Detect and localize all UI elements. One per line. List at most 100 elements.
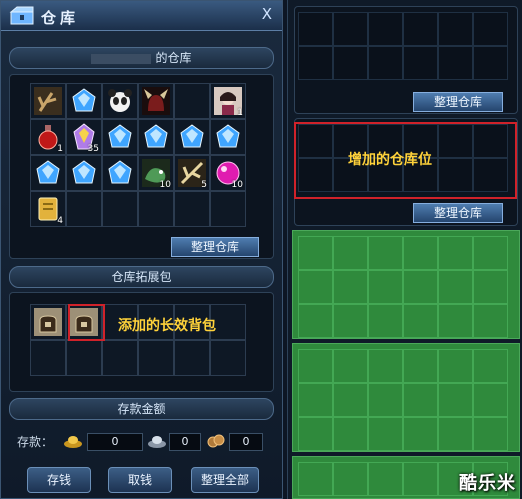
deposit-label: 存款： [17, 435, 54, 449]
storage-slot[interactable] [368, 304, 403, 338]
storage-slot[interactable] [333, 236, 368, 270]
storage-grid: 1 1 35 10 5 10 4 [30, 83, 246, 227]
storage-slot[interactable] [333, 349, 368, 383]
storage-slot[interactable] [438, 383, 473, 417]
sort-page-1-button[interactable]: 整理仓库 [413, 92, 503, 112]
storage-slot[interactable] [368, 417, 403, 451]
storage-slot[interactable] [403, 12, 438, 46]
site-watermark: 酷乐米 [459, 473, 516, 494]
sort-all-button[interactable]: 整理全部 [191, 467, 259, 493]
storage-slot[interactable] [473, 236, 508, 270]
storage-slot[interactable] [298, 417, 333, 451]
storage-slot[interactable] [333, 417, 368, 451]
item-slot[interactable] [174, 119, 210, 155]
storage-slot[interactable] [403, 304, 438, 338]
empty-slot[interactable] [138, 340, 174, 376]
storage-slot[interactable] [298, 383, 333, 417]
storage-slot[interactable] [403, 46, 438, 80]
item-slot[interactable]: 1 [210, 83, 246, 119]
storage-slot[interactable] [298, 349, 333, 383]
storage-slot[interactable] [333, 304, 368, 338]
sort-storage-button[interactable]: 整理仓库 [171, 237, 259, 257]
empty-slot[interactable] [174, 83, 210, 119]
storage-slot[interactable] [368, 462, 403, 496]
empty-slot[interactable] [174, 340, 210, 376]
empty-slot[interactable] [102, 191, 138, 227]
item-slot[interactable] [138, 119, 174, 155]
sort-page-2-button[interactable]: 整理仓库 [413, 203, 503, 223]
expansion-header-text: 仓库拓展包 [111, 270, 172, 284]
storage-slot[interactable] [403, 417, 438, 451]
storage-slot[interactable] [333, 462, 368, 496]
storage-slot[interactable] [438, 417, 473, 451]
storage-slot[interactable] [473, 417, 508, 451]
storage-slot[interactable] [298, 270, 333, 304]
storage-slot[interactable] [403, 383, 438, 417]
silver-amount-field: 0 [169, 433, 201, 451]
storage-slot[interactable] [403, 236, 438, 270]
storage-slot[interactable] [473, 270, 508, 304]
item-slot[interactable] [30, 155, 66, 191]
window-titlebar[interactable]: 仓库 X [1, 1, 282, 31]
item-slot[interactable]: 10 [138, 155, 174, 191]
item-slot[interactable] [138, 83, 174, 119]
storage-slot[interactable] [368, 270, 403, 304]
storage-slot[interactable] [473, 46, 508, 80]
item-slot[interactable] [30, 304, 66, 340]
empty-slot[interactable] [102, 340, 138, 376]
storage-slot[interactable] [438, 236, 473, 270]
storage-slot[interactable] [298, 304, 333, 338]
store-money-button[interactable]: 存钱 [27, 467, 91, 493]
storage-slot[interactable] [333, 12, 368, 46]
storage-slot[interactable] [368, 383, 403, 417]
item-slot[interactable] [102, 119, 138, 155]
item-slot[interactable] [66, 83, 102, 119]
storage-slot[interactable] [473, 349, 508, 383]
storage-slot[interactable] [473, 304, 508, 338]
locked-storage-page-3-grid [298, 236, 508, 338]
withdraw-money-button[interactable]: 取钱 [108, 467, 172, 493]
item-slot[interactable] [102, 83, 138, 119]
item-slot[interactable]: 35 [66, 119, 102, 155]
storage-slot[interactable] [368, 12, 403, 46]
storage-slot[interactable] [438, 46, 473, 80]
item-slot[interactable]: 10 [210, 155, 246, 191]
empty-slot[interactable] [66, 340, 102, 376]
storage-slot[interactable] [333, 46, 368, 80]
storage-slot[interactable] [438, 12, 473, 46]
empty-slot[interactable] [30, 340, 66, 376]
item-slot[interactable]: 4 [30, 191, 66, 227]
storage-slot[interactable] [333, 383, 368, 417]
empty-slot[interactable] [66, 191, 102, 227]
storage-slot[interactable] [438, 304, 473, 338]
item-slot[interactable]: 5 [174, 155, 210, 191]
close-button[interactable]: X [262, 5, 272, 23]
item-count: 5 [201, 180, 207, 190]
gold-amount-field: 0 [87, 433, 143, 451]
storage-slot[interactable] [298, 46, 333, 80]
storage-slot[interactable] [298, 462, 333, 496]
storage-slot[interactable] [403, 462, 438, 496]
storage-slot[interactable] [298, 12, 333, 46]
storage-slot[interactable] [473, 12, 508, 46]
empty-slot[interactable] [210, 340, 246, 376]
storage-slot[interactable] [403, 270, 438, 304]
storage-slot[interactable] [403, 349, 438, 383]
item-slot[interactable] [30, 83, 66, 119]
storage-slot[interactable] [368, 236, 403, 270]
empty-slot[interactable] [210, 191, 246, 227]
storage-slot[interactable] [438, 270, 473, 304]
item-slot[interactable] [66, 155, 102, 191]
item-slot[interactable]: 1 [30, 119, 66, 155]
storage-slot[interactable] [333, 270, 368, 304]
storage-slot[interactable] [368, 349, 403, 383]
storage-slot[interactable] [473, 383, 508, 417]
blue-gem-icon [108, 124, 132, 148]
empty-slot[interactable] [138, 191, 174, 227]
item-slot[interactable] [210, 119, 246, 155]
item-slot[interactable] [102, 155, 138, 191]
empty-slot[interactable] [174, 191, 210, 227]
storage-slot[interactable] [438, 349, 473, 383]
storage-slot[interactable] [298, 236, 333, 270]
storage-slot[interactable] [368, 46, 403, 80]
